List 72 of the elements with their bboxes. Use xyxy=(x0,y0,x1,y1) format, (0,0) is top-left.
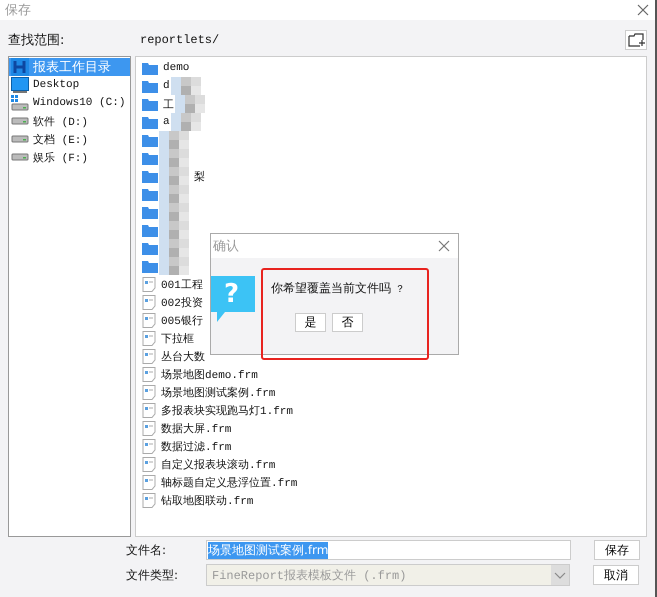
template-file-icon xyxy=(142,474,156,490)
template-file-icon xyxy=(142,492,156,508)
folder-icon xyxy=(142,188,158,200)
folder-icon xyxy=(142,134,158,146)
file-name[interactable]: 数据过滤.frm xyxy=(161,438,232,454)
file-name[interactable]: demo xyxy=(163,62,190,74)
template-file-icon xyxy=(142,402,156,418)
template-file-icon xyxy=(142,366,156,382)
caret-icon xyxy=(554,572,566,578)
question-glyph: ? xyxy=(224,279,240,309)
template-file-icon xyxy=(142,330,156,346)
window-title: 保存 xyxy=(5,2,31,19)
dialog-title: 确认 xyxy=(213,238,239,255)
folder-icon xyxy=(142,242,158,254)
file-name[interactable]: 钻取地图联动.frm xyxy=(161,492,254,508)
folder-icon xyxy=(142,260,158,272)
folder-icon xyxy=(142,80,158,92)
sidebar-item[interactable]: 娱乐 (F:) xyxy=(9,148,130,166)
file-name[interactable]: 场景地图测试案例.frm xyxy=(161,384,276,400)
template-file-icon xyxy=(142,276,156,292)
template-file-icon xyxy=(142,384,156,400)
folder-icon xyxy=(142,170,158,182)
yes-button[interactable]: 是 xyxy=(295,313,326,332)
drive-icon xyxy=(11,135,29,143)
template-file-icon xyxy=(142,456,156,472)
close-icon[interactable] xyxy=(438,240,450,252)
file-name[interactable]: d xyxy=(163,80,170,92)
drive-icon xyxy=(11,117,29,125)
location-path: reportlets/ xyxy=(140,33,220,47)
drive-icon xyxy=(11,153,29,161)
file-name[interactable]: 自定义报表块滚动.frm xyxy=(161,456,276,472)
file-name[interactable]: 数据大屏.frm xyxy=(161,420,232,436)
new-folder-button[interactable] xyxy=(625,30,647,50)
no-button[interactable]: 否 xyxy=(332,313,363,332)
template-file-icon xyxy=(142,348,156,364)
location-label: 查找范围: xyxy=(8,32,66,49)
sidebar-item[interactable]: 软件 (D:) xyxy=(9,112,130,130)
close-icon[interactable] xyxy=(637,4,649,16)
filetype-label: 文件类型: xyxy=(126,566,180,584)
dialog-message: 你希望覆盖当前文件吗 xyxy=(271,280,391,297)
save-button[interactable]: 保存 xyxy=(594,540,640,560)
sidebar-item[interactable]: Desktop xyxy=(9,76,130,94)
file-name[interactable]: 场景地图demo.frm xyxy=(161,366,258,382)
monitor-icon xyxy=(11,77,29,93)
folder-icon xyxy=(142,224,158,236)
filename-label: 文件名: xyxy=(126,542,168,558)
file-name[interactable]: 005银行 xyxy=(161,312,203,328)
file-name[interactable]: 001工程 xyxy=(161,276,203,292)
folder-icon xyxy=(142,62,158,74)
folder-icon xyxy=(142,206,158,218)
template-file-icon xyxy=(142,312,156,328)
file-name[interactable]: 工 xyxy=(163,96,174,112)
file-name[interactable]: 丛台大数 xyxy=(161,348,205,364)
report-folder-icon xyxy=(11,58,29,76)
template-file-icon xyxy=(142,294,156,310)
sidebar-item[interactable]: 文档 (E:) xyxy=(9,130,130,148)
folder-icon xyxy=(142,152,158,164)
sidebar-item[interactable]: Windows10 (C:) xyxy=(9,94,130,112)
cancel-button[interactable]: 取消 xyxy=(593,565,639,585)
folder-icon xyxy=(142,116,158,128)
folder-icon xyxy=(142,98,158,110)
file-name[interactable]: 002投资 xyxy=(161,294,203,310)
file-name[interactable]: 轴标题自定义悬浮位置.frm xyxy=(161,474,298,490)
file-name[interactable]: 下拉框 xyxy=(161,330,194,346)
new-folder-icon xyxy=(628,33,644,47)
system-drive-icon xyxy=(11,95,29,111)
file-name[interactable]: a xyxy=(163,116,170,128)
question-mark: ？ xyxy=(395,282,405,296)
template-file-icon xyxy=(142,420,156,436)
file-name[interactable]: 多报表块实现跑马灯1.frm xyxy=(161,402,294,418)
file-name[interactable]: 梨 xyxy=(194,168,205,184)
template-file-icon xyxy=(142,438,156,454)
